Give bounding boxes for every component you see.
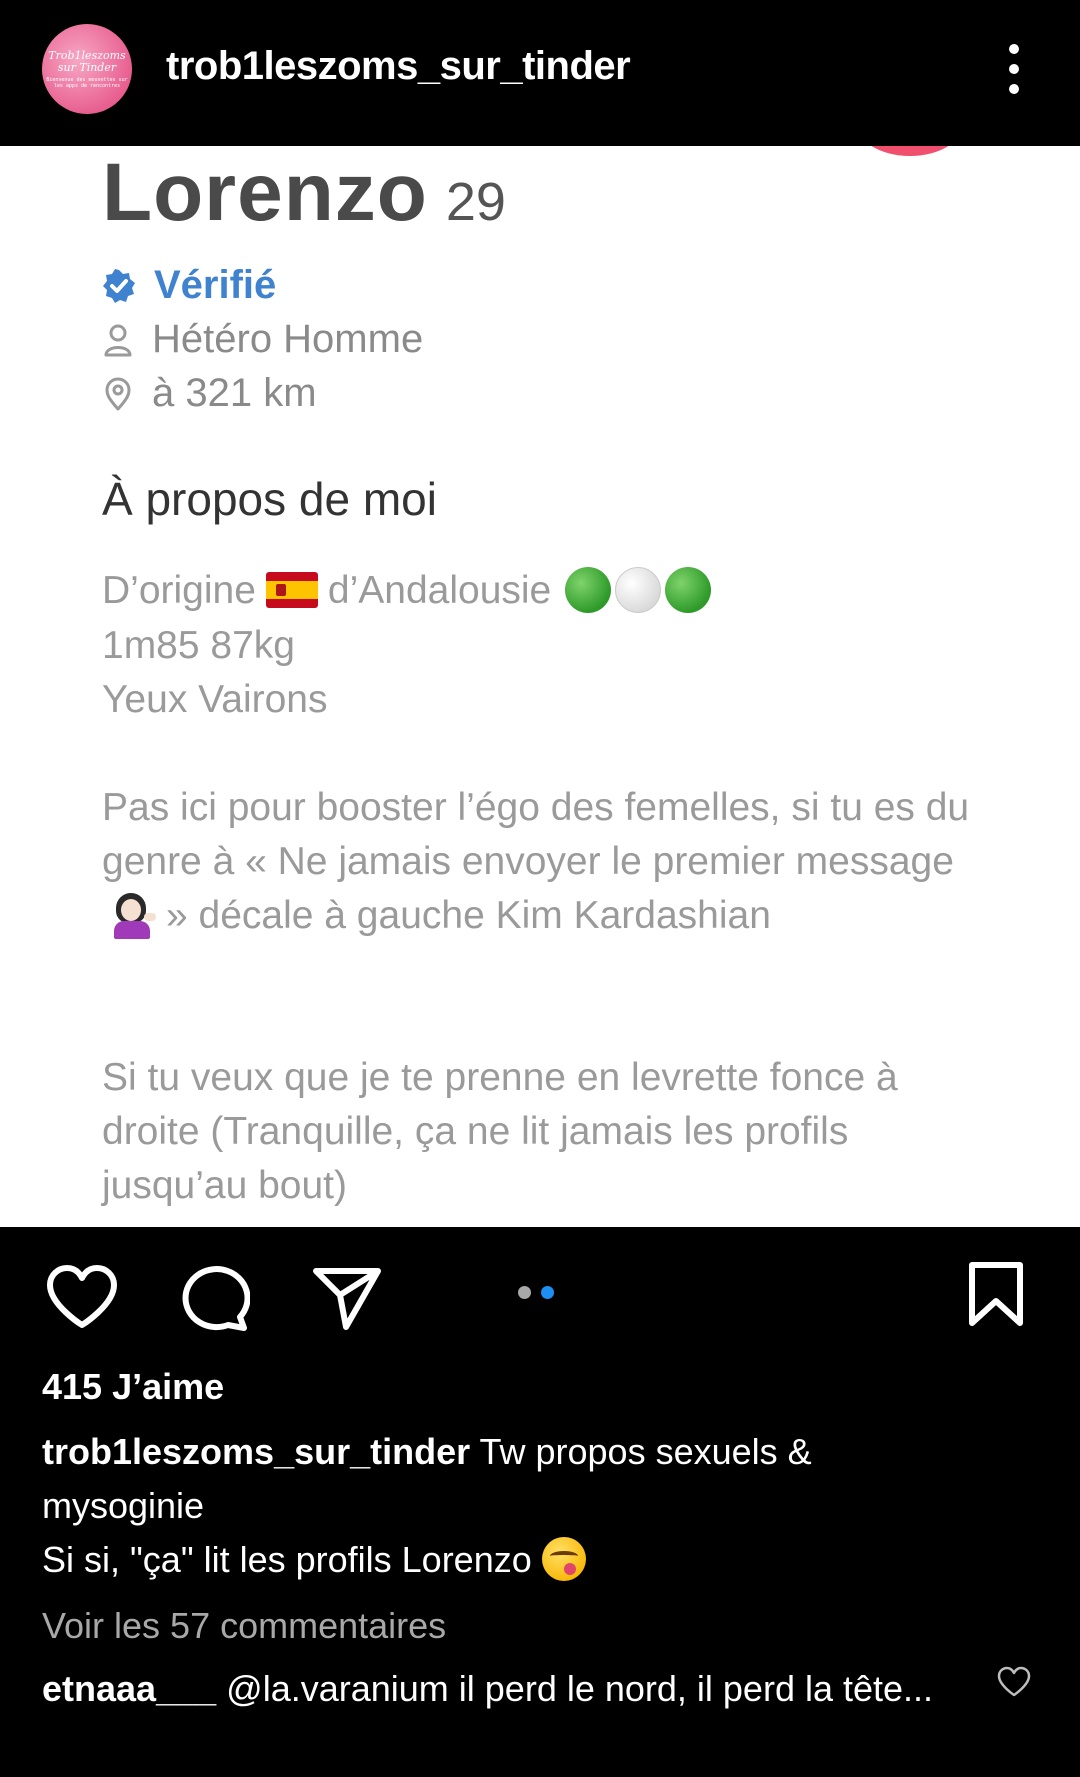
bio-paragraph-2: Pas ici pour booster l’égo des femelles,… [102,781,972,945]
person-icon [104,324,132,356]
spain-flag-icon [265,571,318,608]
comment-username[interactable]: etnaaa___ [42,1668,216,1709]
bio-eyes: Yeux Vairons [102,677,328,721]
verified-check-icon [103,268,135,303]
bio-origin-text: D’origine [102,569,256,612]
green-white-green-circles-icon [565,566,712,613]
likes-count[interactable]: 415 J’aime [42,1366,224,1408]
profile-age: 29 [445,172,506,232]
view-comments-link[interactable]: Voir les 57 commentaires [42,1605,446,1647]
bio-paragraph-3: Si tu veux que je te prenne en levrette … [102,1056,898,1207]
bio-paragraph-2-text-a: Pas ici pour booster l’égo des femelles,… [102,786,970,883]
orientation-row: Hétéro Homme [102,317,423,362]
comment-like-heart-icon[interactable] [996,1666,1032,1698]
distance-row: à 321 km [102,371,317,416]
comment-icon[interactable] [180,1265,250,1331]
caption-text-line2: Si si, "ça" lit les profils Lorenzo [42,1539,532,1580]
carousel-dot-1 [518,1286,531,1299]
profile-name: Lorenzo [102,147,428,238]
verified-label: Vérifié [154,263,277,307]
post-image[interactable]: Lorenzo 29 Vérifié Hétéro Homme à 321 km … [0,146,1080,1227]
comment-preview: etnaaa___ @la.varanium il perd le nord, … [42,1662,942,1716]
carousel-dot-2-active [541,1286,554,1299]
heart-icon[interactable] [46,1265,118,1329]
person-tipping-hand-icon [110,891,158,939]
about-title: À propos de moi [102,473,437,525]
account-avatar[interactable]: Trob1leszoms sur Tinder Bienvenue des mo… [42,24,132,114]
caption-username[interactable]: trob1leszoms_sur_tinder [42,1431,470,1472]
avatar-logo-text: Trob1leszoms sur Tinder [48,48,126,74]
bio-paragraph-2-text-b: » décale à gauche Kim Kardashian [166,894,771,937]
more-options-icon[interactable] [1002,44,1026,94]
face-savoring-food-icon [541,1537,586,1582]
distance-text: à 321 km [152,371,317,415]
bio-region-text: d’Andalousie [327,569,552,612]
bio-intro: D’origine d’Andalousie 1m85 87kg Yeux Vai… [102,564,712,727]
location-pin-icon [105,377,131,410]
profile-name-row: Lorenzo 29 [102,146,506,240]
bio-height-weight: 1m85 87kg [102,623,295,667]
avatar-logo-subtext: Bienvenue des mouvettes sur les apps de … [46,76,128,89]
verified-badge: Vérifié [102,263,276,308]
comment-text: @la.varanium il perd le nord, il perd la… [226,1668,934,1709]
bookmark-icon[interactable] [966,1261,1026,1327]
send-icon[interactable] [312,1265,382,1331]
account-username[interactable]: trob1leszoms_sur_tinder [166,44,631,89]
profile-button-fragment [855,146,965,156]
post-caption: trob1leszoms_sur_tinder Tw propos sexuel… [42,1425,942,1587]
bio-origin-line: D’origine d’Andalousie [102,564,712,619]
carousel-indicator [518,1286,554,1299]
orientation-text: Hétéro Homme [152,317,424,361]
post-header: Trob1leszoms sur Tinder Bienvenue des mo… [0,0,1080,146]
